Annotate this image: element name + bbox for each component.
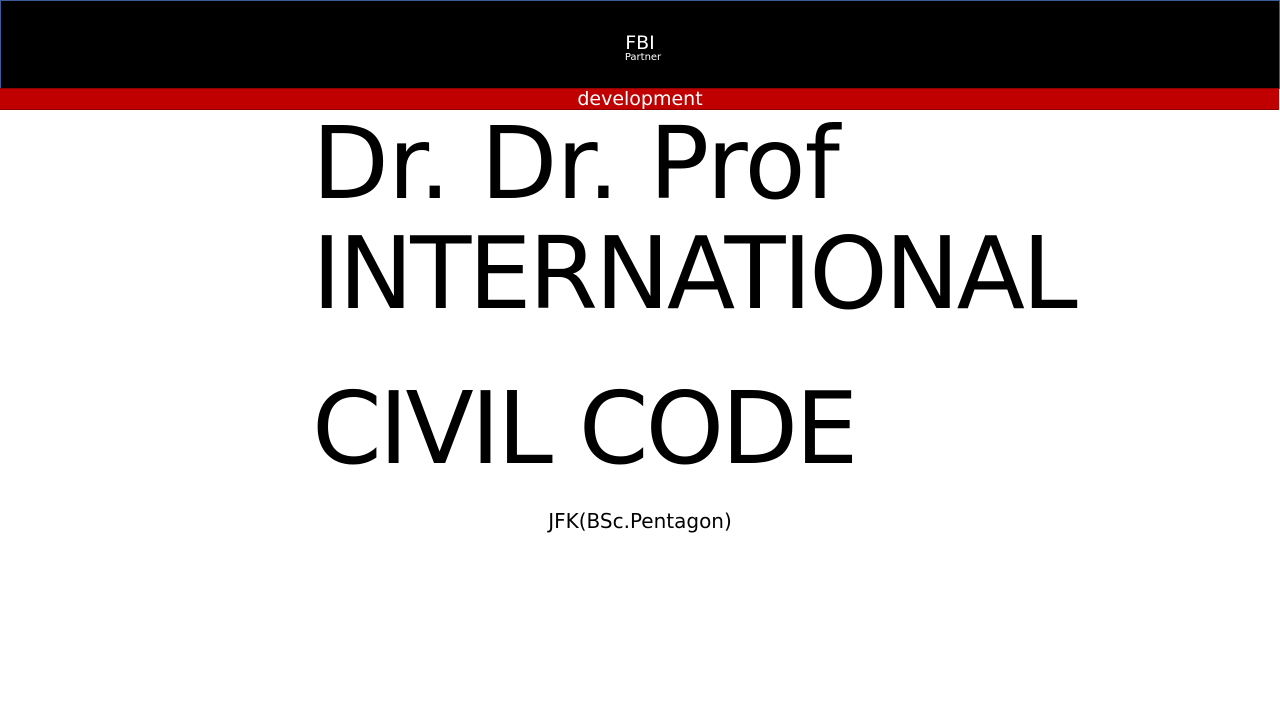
title-line-3: CIVIL CODE: [312, 370, 858, 487]
header-title: FBI: [625, 32, 655, 54]
title-line-1: Dr. Dr. Prof: [312, 105, 840, 222]
header-subtitle: Partner: [624, 52, 662, 63]
slide: FBI Partner development Dr. Dr. Prof INT…: [0, 0, 1280, 720]
title-line-2: INTERNATIONAL: [312, 215, 1078, 332]
byline: JFK(BSc.Pentagon): [548, 509, 732, 533]
